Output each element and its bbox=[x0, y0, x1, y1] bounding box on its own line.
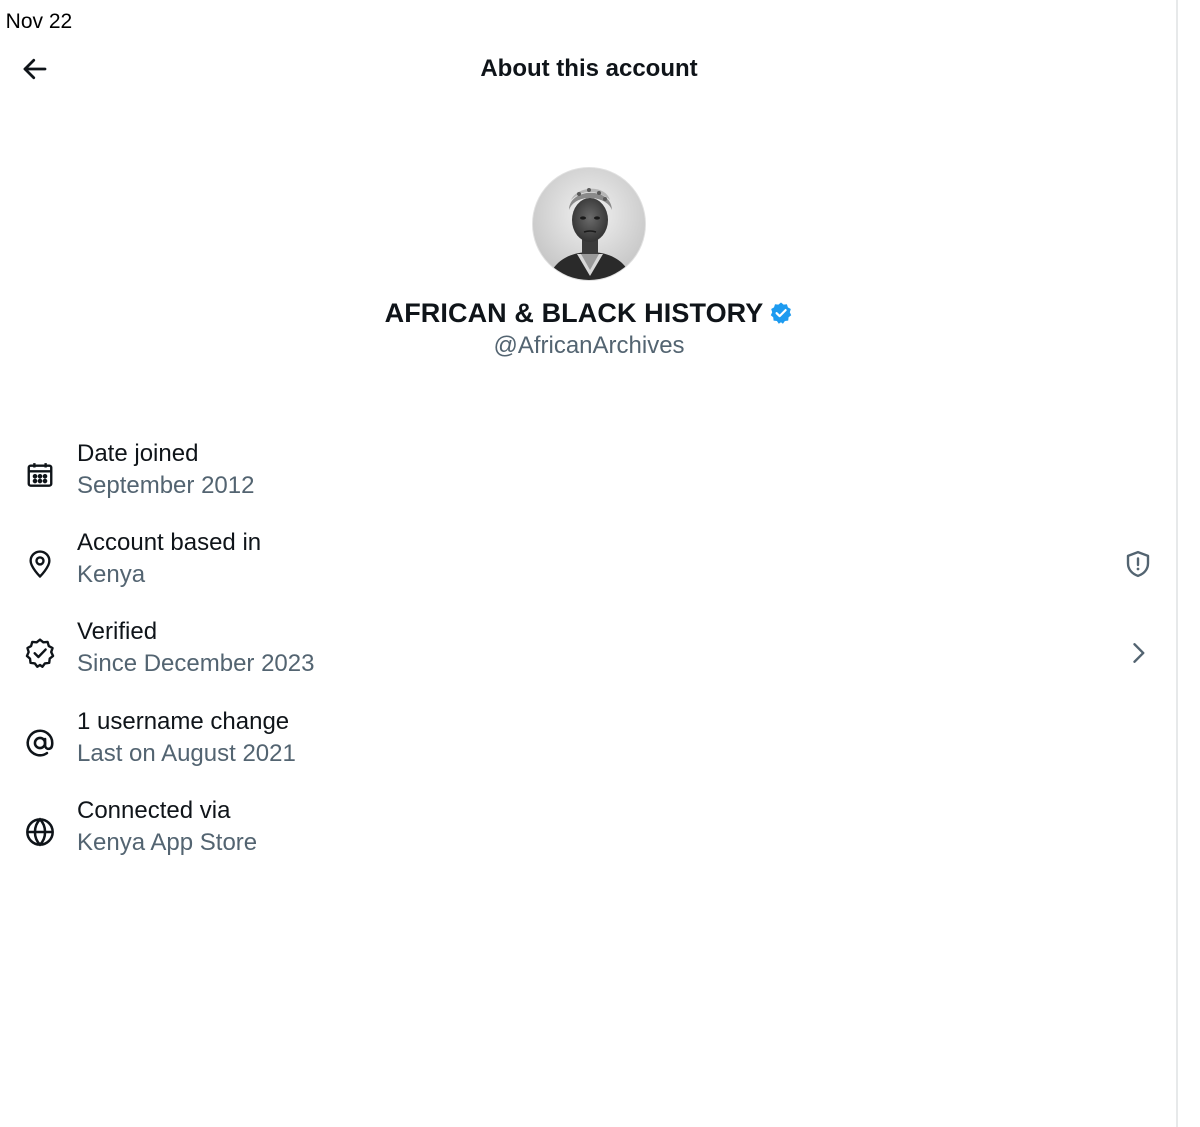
calendar-icon bbox=[22, 457, 58, 493]
shield-alert-icon[interactable] bbox=[1118, 544, 1158, 584]
page-title: About this account bbox=[480, 55, 698, 82]
info-row-username-change: 1 username change Last on August 2021 bbox=[0, 707, 1178, 787]
profile-avatar-photo bbox=[533, 168, 645, 280]
verified-check-icon bbox=[22, 635, 58, 671]
globe-icon bbox=[22, 814, 58, 850]
info-row-account-based-in: Account based in Kenya bbox=[0, 528, 1178, 608]
info-value: Last on August 2021 bbox=[77, 740, 296, 767]
info-value: September 2012 bbox=[77, 472, 255, 499]
info-title: Account based in bbox=[77, 529, 262, 556]
info-row-date-joined: Date joined September 2012 bbox=[0, 439, 1178, 519]
info-value: Kenya bbox=[77, 561, 146, 588]
profile-handle: @AfricanArchives bbox=[493, 332, 685, 359]
profile-avatar[interactable] bbox=[532, 167, 646, 281]
location-pin-icon bbox=[22, 546, 58, 582]
chevron-right-icon[interactable] bbox=[1118, 633, 1158, 673]
about-account-page: : Nov 22 About this account AFRICAN & BL… bbox=[0, 0, 1200, 1127]
profile-name-row: AFRICAN & BLACK HISTORY bbox=[0, 296, 1178, 330]
info-row-verified[interactable]: Verified Since December 2023 bbox=[0, 617, 1178, 697]
info-value: Since December 2023 bbox=[77, 650, 315, 677]
info-title: Date joined bbox=[77, 440, 199, 467]
verified-badge-icon bbox=[769, 301, 793, 325]
info-title: Connected via bbox=[77, 797, 231, 824]
info-row-connected-via: Connected via Kenya App Store bbox=[0, 796, 1178, 876]
at-sign-icon bbox=[22, 725, 58, 761]
profile-display-name: AFRICAN & BLACK HISTORY bbox=[384, 298, 764, 328]
info-title: Verified bbox=[77, 618, 158, 645]
info-title: 1 username change bbox=[77, 708, 290, 735]
info-value: Kenya App Store bbox=[77, 829, 258, 856]
status-bar-time: : Nov 22 bbox=[0, 10, 73, 33]
